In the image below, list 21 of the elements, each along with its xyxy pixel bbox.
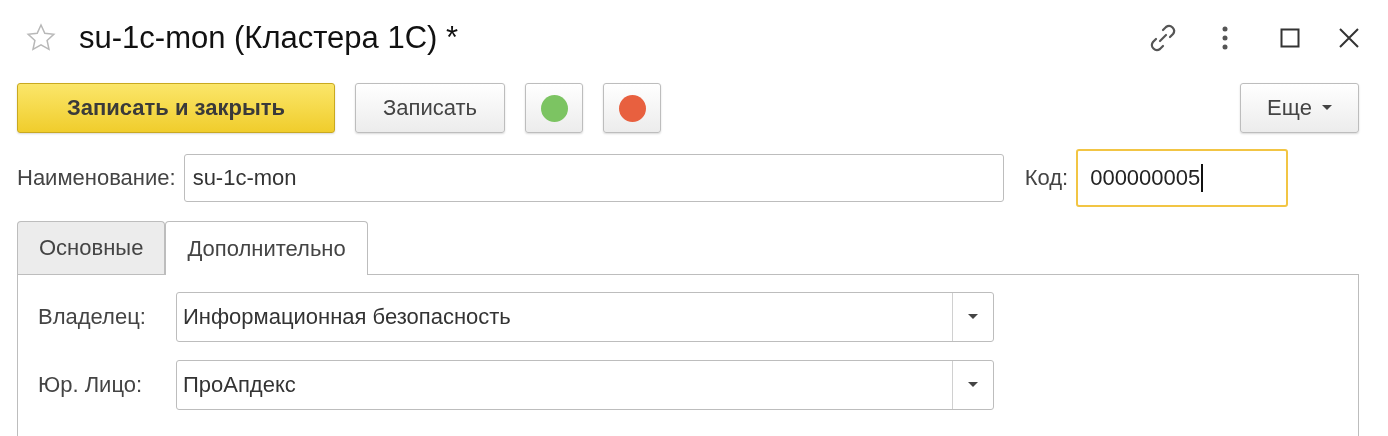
dropdown-field[interactable]: ПроАпдекс (176, 360, 994, 410)
window-title: su-1c-mon (Кластера 1С) * (79, 20, 459, 56)
menu-icon[interactable] (1220, 25, 1230, 51)
tab[interactable]: Основные (17, 221, 166, 274)
more-button[interactable]: Еще (1240, 83, 1359, 133)
save-button[interactable]: Записать (355, 83, 505, 133)
status-button[interactable] (603, 83, 661, 133)
maximize-icon[interactable] (1280, 28, 1300, 48)
caret-icon (968, 382, 978, 388)
input-field[interactable]: 000000005 (1076, 149, 1289, 207)
save-and-close-button[interactable]: Записать и закрыть (17, 83, 335, 133)
dropdown-field[interactable]: Информационная безопасность (176, 292, 994, 342)
field-label: Код: (1024, 165, 1069, 191)
tab[interactable]: Дополнительно (165, 221, 368, 275)
caret-icon (968, 314, 978, 320)
caret-icon (1321, 105, 1332, 111)
field-label: Владелец: (38, 304, 147, 330)
field-label: Наименование: (17, 165, 176, 191)
close-icon[interactable] (1338, 27, 1360, 49)
input-field[interactable]: su-1c-mon (183, 154, 1004, 202)
field-label: Юр. Лицо: (38, 372, 144, 398)
